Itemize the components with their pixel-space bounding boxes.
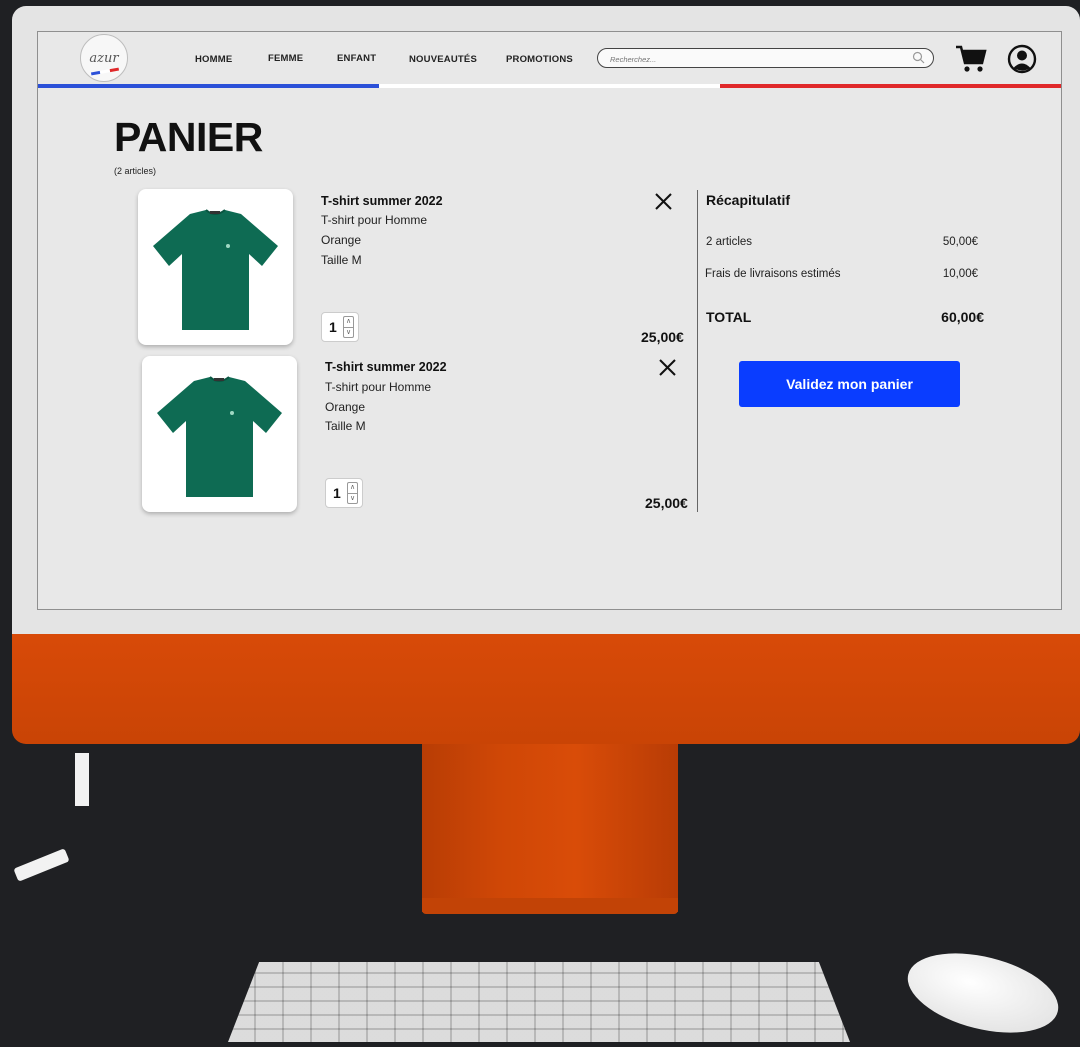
quantity-stepper[interactable]: 1 ∧ ∨ [321,312,359,342]
item-price: 25,00€ [645,495,688,511]
item-type: T-shirt pour Homme [321,213,428,227]
tshirt-image [157,375,282,497]
total-label: TOTAL [706,309,752,325]
logo-flag-stripe [90,67,120,76]
nav-item-nouveautes[interactable]: NOUVEAUTÉS [409,54,477,65]
cart-item-count: (2 articles) [114,166,157,176]
product-image-card[interactable] [138,189,293,345]
item-title[interactable]: T-shirt summer 2022 [325,360,447,374]
chevron-down-icon[interactable]: ∨ [348,494,357,504]
nav-item-enfant[interactable]: ENFANT [337,53,376,64]
close-icon[interactable] [659,359,676,376]
keyboard [228,962,850,1042]
mouse [899,939,1067,1047]
monitor-stand [422,744,678,912]
summary-articles-value: 50,00€ [942,236,978,248]
page-title: PANIER [114,114,263,160]
item-size: Taille M [321,253,362,267]
monitor-chin [12,634,1080,744]
total-value: 60,00€ [941,309,984,325]
summary-title: Récapitulatif [706,192,791,208]
decorative-bar [13,848,70,882]
validate-cart-button[interactable]: Validez mon panier [739,361,960,407]
flag-bar [38,84,1061,88]
navbar: azur HOMME FEMME ENFANT NOUVEAUTÉS PROMO… [38,32,1061,88]
summary-articles-label: 2 articles [706,236,753,248]
close-icon[interactable] [655,193,672,210]
search-bar [597,48,934,68]
summary-shipping-value: 10,00€ [942,268,978,280]
item-type: T-shirt pour Homme [325,380,432,394]
chevron-up-icon[interactable]: ∧ [344,317,353,328]
quantity-arrows[interactable]: ∧ ∨ [343,316,354,338]
chevron-down-icon[interactable]: ∨ [344,328,353,338]
quantity-value: 1 [329,319,337,335]
nav-item-promotions[interactable]: PROMOTIONS [506,54,573,65]
item-title[interactable]: T-shirt summer 2022 [321,194,443,208]
decorative-bar [75,753,89,806]
search-icon[interactable] [912,51,925,64]
quantity-value: 1 [333,485,341,501]
summary-shipping-label: Frais de livraisons estimés [705,268,841,280]
logo-text: azur [89,50,119,66]
item-size: Taille M [325,419,366,433]
item-color: Orange [321,233,362,247]
logo[interactable]: azur [80,34,128,82]
nav-item-homme[interactable]: HOMME [195,54,232,65]
nav-item-femme[interactable]: FEMME [268,53,303,64]
monitor-stand-foot [422,898,678,914]
quantity-arrows[interactable]: ∧ ∨ [347,482,358,504]
item-color: Orange [325,400,366,414]
item-price: 25,00€ [641,329,684,345]
tshirt-image [153,208,278,330]
cart-icon[interactable] [955,44,987,74]
user-icon[interactable] [1007,44,1037,74]
screen: azur HOMME FEMME ENFANT NOUVEAUTÉS PROMO… [37,31,1062,610]
summary-divider [697,190,698,512]
product-image-card[interactable] [142,356,297,512]
quantity-stepper[interactable]: 1 ∧ ∨ [325,478,363,508]
chevron-up-icon[interactable]: ∧ [348,483,357,494]
search-input[interactable] [608,51,902,67]
